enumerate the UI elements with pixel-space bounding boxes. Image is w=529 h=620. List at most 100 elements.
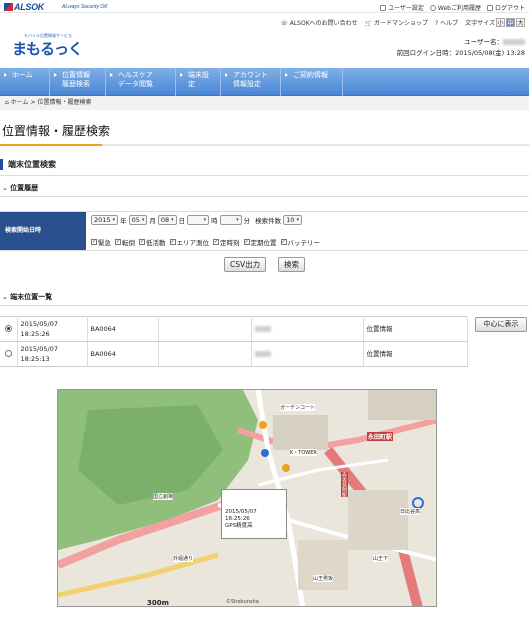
map-label: K・TOWER: [290, 449, 317, 456]
row-device-id: BA0064: [90, 350, 116, 358]
nav-location-history-line2: 履歴検索: [62, 80, 90, 88]
filter-label: 転倒: [122, 239, 135, 247]
table-row[interactable]: 2015/05/07 18:25:13 BA0064 位置情報: [0, 341, 468, 367]
filter-low-activity[interactable]: ✓ 低活動: [139, 237, 166, 247]
alsok-logo[interactable]: ALSOK: [4, 2, 44, 12]
row-radio[interactable]: [4, 325, 12, 332]
nav-device-settings-label: 端末設定: [188, 71, 209, 88]
checkbox-checked-icon: ✓: [169, 239, 176, 245]
hour-select[interactable]: [187, 215, 210, 225]
nav-location-history[interactable]: 位置情報 履歴検索: [50, 68, 106, 96]
filter-checkboxes: ✓ 緊急 ✓ 転倒 ✓ 低活動 ✓ エリア測位 ✓ 定時刻 ✓ 定期位置 ✓ バッテリー: [91, 237, 320, 247]
month-value: 05: [131, 216, 140, 224]
contact-label: ALSOKへのお問い合わせ: [289, 20, 358, 27]
map-scale: 300m: [147, 599, 169, 607]
search-button[interactable]: 検索: [278, 257, 305, 272]
logout-label: ログアウト: [494, 5, 525, 12]
checkbox-checked-icon: ✓: [115, 239, 121, 245]
row-radio[interactable]: [4, 350, 12, 357]
filter-emergency[interactable]: ✓ 緊急: [91, 237, 111, 247]
nav-healthcare[interactable]: ヘルスケア データ閲覧: [106, 68, 176, 96]
checkbox-checked-icon: ✓: [139, 239, 145, 245]
filter-fixed-time[interactable]: ✓ 定時刻: [213, 237, 240, 247]
row-date: 2015/05/07: [20, 345, 58, 353]
day-value: 08: [160, 216, 170, 224]
filter-battery[interactable]: ✓ バッテリー: [280, 237, 321, 247]
location-marker[interactable]: [282, 464, 290, 472]
row-time: 18:25:26: [20, 330, 50, 338]
breadcrumb-separator: >: [30, 99, 36, 106]
nav-device-settings[interactable]: 端末設定: [176, 68, 221, 96]
nav-home-label: ホーム: [12, 71, 33, 79]
filter-area[interactable]: ✓ エリア測位: [169, 237, 209, 247]
search-form: 検索開始日時 2015 年 05 月 08 日 時 分 検索件数 10 ✓緊急 …: [0, 211, 529, 251]
title-underline: [0, 144, 529, 146]
font-size-large-button[interactable]: 大: [516, 18, 525, 27]
location-marker[interactable]: [259, 421, 267, 429]
filter-label: 定時刻: [220, 239, 240, 247]
filter-fall[interactable]: ✓ 転倒: [115, 237, 135, 247]
font-size-medium-button[interactable]: 中: [506, 18, 515, 27]
tagline: ALways Security OK: [62, 4, 108, 10]
user-settings-link[interactable]: ユーザー設定: [380, 3, 424, 12]
map-popup: 2015/05/07 18:25:26 GPS精度高: [221, 489, 287, 539]
map-label: 山王男坂: [313, 575, 334, 582]
filter-periodic[interactable]: ✓ 定期位置: [243, 237, 277, 247]
nav-account-line2: 情報設定: [233, 80, 261, 88]
center-on-map-button[interactable]: 中心に表示: [475, 317, 527, 332]
year-select[interactable]: 2015: [91, 215, 119, 225]
table-row[interactable]: 2015/05/07 18:25:26 BA0064 位置情報: [0, 316, 468, 342]
breadcrumb: ⌂ ホーム > 位置情報・履歴検索: [0, 96, 529, 110]
month-select[interactable]: 05: [128, 215, 148, 225]
header: ☏ ALSOKへのお問い合わせ 🛒 ガードマンショップ ? ヘルプ 文字サイズ …: [0, 13, 529, 68]
map-label: 外堀通り: [173, 555, 194, 562]
row-type: 位置情報: [366, 325, 393, 333]
font-size-control: 文字サイズ 小 中 大: [465, 18, 525, 27]
history-subtitle[interactable]: 位置履歴: [2, 183, 38, 193]
location-marker[interactable]: [261, 449, 269, 457]
nav-home[interactable]: ホーム: [0, 68, 50, 96]
logo-text: まもるっく: [12, 40, 83, 58]
web-history-label: Webご利用履歴: [437, 5, 481, 12]
list-subtitle[interactable]: 端末位置一覧: [2, 292, 52, 302]
nav-contract[interactable]: ご契約情報: [281, 68, 343, 96]
filter-label: 低活動: [146, 239, 166, 247]
shop-label: ガードマンショップ: [374, 20, 429, 27]
settings-icon: [380, 4, 386, 11]
logout-icon: [486, 4, 493, 11]
row-select-cell: [0, 341, 18, 367]
csv-export-button[interactable]: CSV出力: [224, 257, 267, 272]
nav-account[interactable]: アカウント 情報設定: [221, 68, 281, 96]
user-name-redacted: [503, 39, 525, 45]
filter-label: バッテリー: [287, 239, 321, 247]
nav-location-history-line1: 位置情報: [62, 71, 90, 79]
help-link[interactable]: ? ヘルプ: [435, 18, 458, 27]
count-label: 検索件数: [255, 217, 282, 225]
nav-healthcare-line1: ヘルスケア: [118, 71, 153, 79]
empty-cell: [158, 341, 252, 367]
minute-select[interactable]: [219, 215, 242, 225]
checkbox-checked-icon: ✓: [91, 239, 97, 245]
popup-date: 2015/05/07: [225, 509, 257, 515]
count-select[interactable]: 10: [283, 215, 302, 225]
datetime-cell: 2015/05/07 18:25:13: [17, 341, 88, 367]
logout-link[interactable]: ログアウト: [486, 3, 525, 12]
top-bar: ALSOK ALways Security OK ユーザー設定 Webご利用履歴…: [0, 0, 529, 13]
count-value: 10: [286, 216, 295, 224]
contact-link[interactable]: ☏ ALSOKへのお問い合わせ: [280, 18, 357, 27]
address-cell: [251, 316, 364, 342]
web-history-link[interactable]: Webご利用履歴: [429, 3, 481, 12]
top-links: ユーザー設定 Webご利用履歴 ログアウト: [380, 3, 525, 12]
breadcrumb-home[interactable]: ホーム: [11, 99, 29, 106]
map-label: 国立劇場: [153, 493, 174, 500]
font-size-small-button[interactable]: 小: [496, 18, 505, 27]
filter-label: 定期位置: [250, 239, 277, 247]
shop-link[interactable]: 🛒 ガードマンショップ: [365, 18, 428, 27]
alsok-logo-text: ALSOK: [14, 2, 45, 12]
user-settings-label: ユーザー設定: [388, 5, 424, 12]
search-start-label: 検索開始日時: [0, 212, 86, 250]
map-copyright: ©Shobunsha: [226, 599, 259, 605]
nav-account-line1: アカウント: [233, 71, 268, 79]
day-select[interactable]: 08: [157, 215, 177, 225]
id-cell: BA0064: [87, 341, 159, 367]
